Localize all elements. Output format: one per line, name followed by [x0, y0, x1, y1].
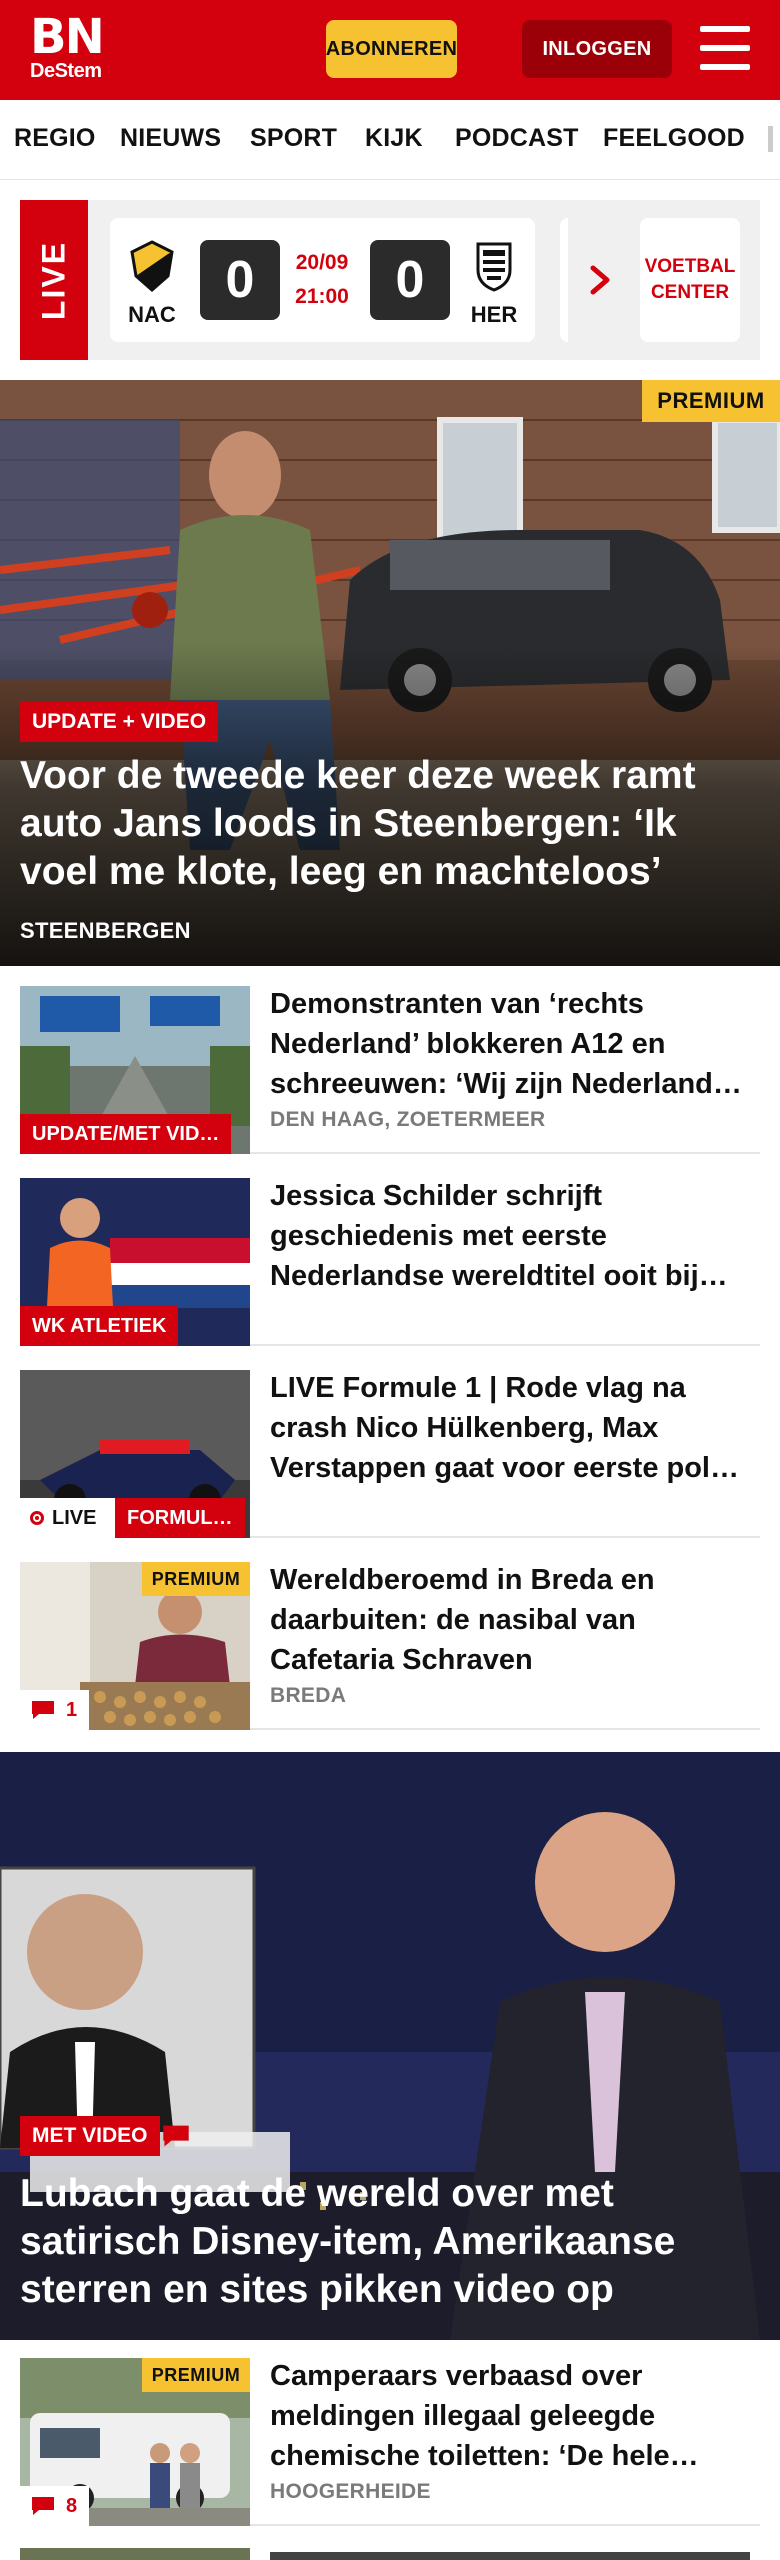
live-indicator-label: LIVE — [52, 1506, 97, 1529]
match-kickoff: 20/09 21:00 — [282, 246, 362, 314]
chevron-right-icon[interactable] — [585, 252, 615, 308]
site-logo[interactable]: BN DeStem — [30, 9, 120, 82]
heracles-crest-icon — [476, 242, 512, 292]
nav-overflow-indicator — [768, 126, 773, 152]
comment-count-value: 8 — [66, 2494, 78, 2517]
hamburger-menu-icon[interactable] — [700, 26, 750, 70]
hero-label: UPDATE + VIDEO — [20, 702, 219, 742]
login-button[interactable]: INLOGGEN — [522, 20, 672, 78]
next-article-thumbnail-partial — [20, 2548, 250, 2560]
away-team: HER — [466, 240, 522, 328]
list-item[interactable]: LIVE FORMUL… LIVE Formule 1 | Rode vlag … — [20, 1366, 760, 1538]
site-header: BN DeStem ABONNEREN INLOGGEN — [0, 0, 780, 100]
nav-item-feelgood[interactable]: FEELGOOD — [603, 124, 745, 153]
hero-article[interactable]: PREMIUM UPDATE + VIDEO Voor de tweede ke… — [0, 380, 780, 966]
video-article[interactable]: MET VIDEO Lubach gaat de wereld over met… — [0, 1752, 780, 2340]
article-thumbnail: PREMIUM 8 — [20, 2358, 250, 2526]
list-item[interactable]: PREMIUM 1 Wereldberoemd in Breda en daar… — [20, 1558, 760, 1730]
home-score: 0 — [200, 240, 280, 320]
live-tag: LIVE — [20, 200, 88, 360]
nav-item-kijk[interactable]: KIJK — [365, 124, 423, 153]
article-location: BREDA — [270, 1684, 347, 1707]
away-team-name: HER — [470, 302, 518, 327]
comment-count[interactable]: 8 — [20, 2486, 90, 2526]
live-indicator: LIVE — [20, 1498, 115, 1538]
football-center-link[interactable]: VOETBAL CENTER — [640, 218, 740, 342]
article-thumbnail: UPDATE/MET VID… — [20, 986, 250, 1154]
article-thumbnail: LIVE FORMUL… — [20, 1370, 250, 1538]
premium-badge: PREMIUM — [642, 380, 780, 422]
nav-item-nieuws[interactable]: NIEUWS — [120, 124, 221, 153]
list-item[interactable]: WK ATLETIEK Jessica Schilder schrijft ge… — [20, 1174, 760, 1346]
nav-item-podcast[interactable]: PODCAST — [455, 124, 579, 153]
article-label: UPDATE/MET VID… — [20, 1114, 232, 1154]
comment-count-value: 1 — [66, 1698, 78, 1721]
live-dot-icon — [30, 1511, 44, 1525]
list-item[interactable]: UPDATE/MET VID… Demonstranten van ‘recht… — [20, 982, 760, 1154]
comment-icon — [32, 2497, 54, 2515]
logo-sub-text: DeStem — [30, 60, 102, 82]
comment-icon — [32, 1701, 54, 1719]
article-title[interactable]: LIVE Formule 1 | Rode vlag na crash Nico… — [270, 1368, 760, 1488]
article-label: WK ATLETIEK — [20, 1306, 179, 1346]
list-item[interactable]: PREMIUM 8 Camperaars verbaasd over meldi… — [20, 2354, 760, 2526]
match-card[interactable]: NAC 0 20/09 21:00 0 HER — [110, 218, 535, 342]
away-score: 0 — [370, 240, 450, 320]
video-article-title[interactable]: Lubach gaat de wereld over met satirisch… — [20, 2170, 760, 2314]
hero-location: STEENBERGEN — [20, 918, 191, 943]
home-team-name: NAC — [128, 302, 176, 327]
video-label: MET VIDEO — [20, 2116, 160, 2156]
home-team: NAC — [124, 240, 180, 328]
nac-crest-icon — [130, 240, 174, 292]
article-title[interactable]: Camperaars verbaasd over meldingen illeg… — [270, 2356, 760, 2476]
next-match-card-edge[interactable] — [560, 218, 568, 342]
live-scores-strip: LIVE NAC 0 20/09 21:00 0 HER VOETBAL CEN… — [20, 200, 760, 360]
comment-count[interactable]: 1 — [20, 1690, 90, 1730]
section-nav: REGIO NIEUWS SPORT KIJK PODCAST FEELGOOD — [0, 100, 780, 180]
article-label: FORMUL… — [115, 1498, 245, 1538]
premium-badge: PREMIUM — [142, 2358, 250, 2392]
match-time: 21:00 — [295, 285, 349, 308]
article-title[interactable]: Demonstranten van ‘rechts Nederland’ blo… — [270, 984, 760, 1104]
next-article-title-partial — [270, 2552, 750, 2560]
article-thumbnail: WK ATLETIEK — [20, 1178, 250, 1346]
article-thumbnail: PREMIUM 1 — [20, 1562, 250, 1730]
article-location: HOOGERHEIDE — [270, 2480, 431, 2503]
premium-badge: PREMIUM — [142, 1562, 250, 1596]
article-title[interactable]: Wereldberoemd in Breda en daarbuiten: de… — [270, 1560, 760, 1680]
logo-main-text: BN — [30, 9, 105, 65]
hero-title[interactable]: Voor de tweede keer deze week ramt auto … — [20, 752, 760, 896]
article-title[interactable]: Jessica Schilder schrijft geschiedenis m… — [270, 1176, 760, 1296]
nav-item-sport[interactable]: SPORT — [250, 124, 337, 153]
comment-icon[interactable] — [156, 2116, 196, 2156]
article-location: DEN HAAG, ZOETERMEER — [270, 1108, 546, 1131]
live-tag-label: LIVE — [35, 240, 72, 321]
match-date: 20/09 — [295, 251, 349, 274]
nav-item-regio[interactable]: REGIO — [14, 124, 96, 153]
subscribe-button[interactable]: ABONNEREN — [326, 20, 457, 78]
